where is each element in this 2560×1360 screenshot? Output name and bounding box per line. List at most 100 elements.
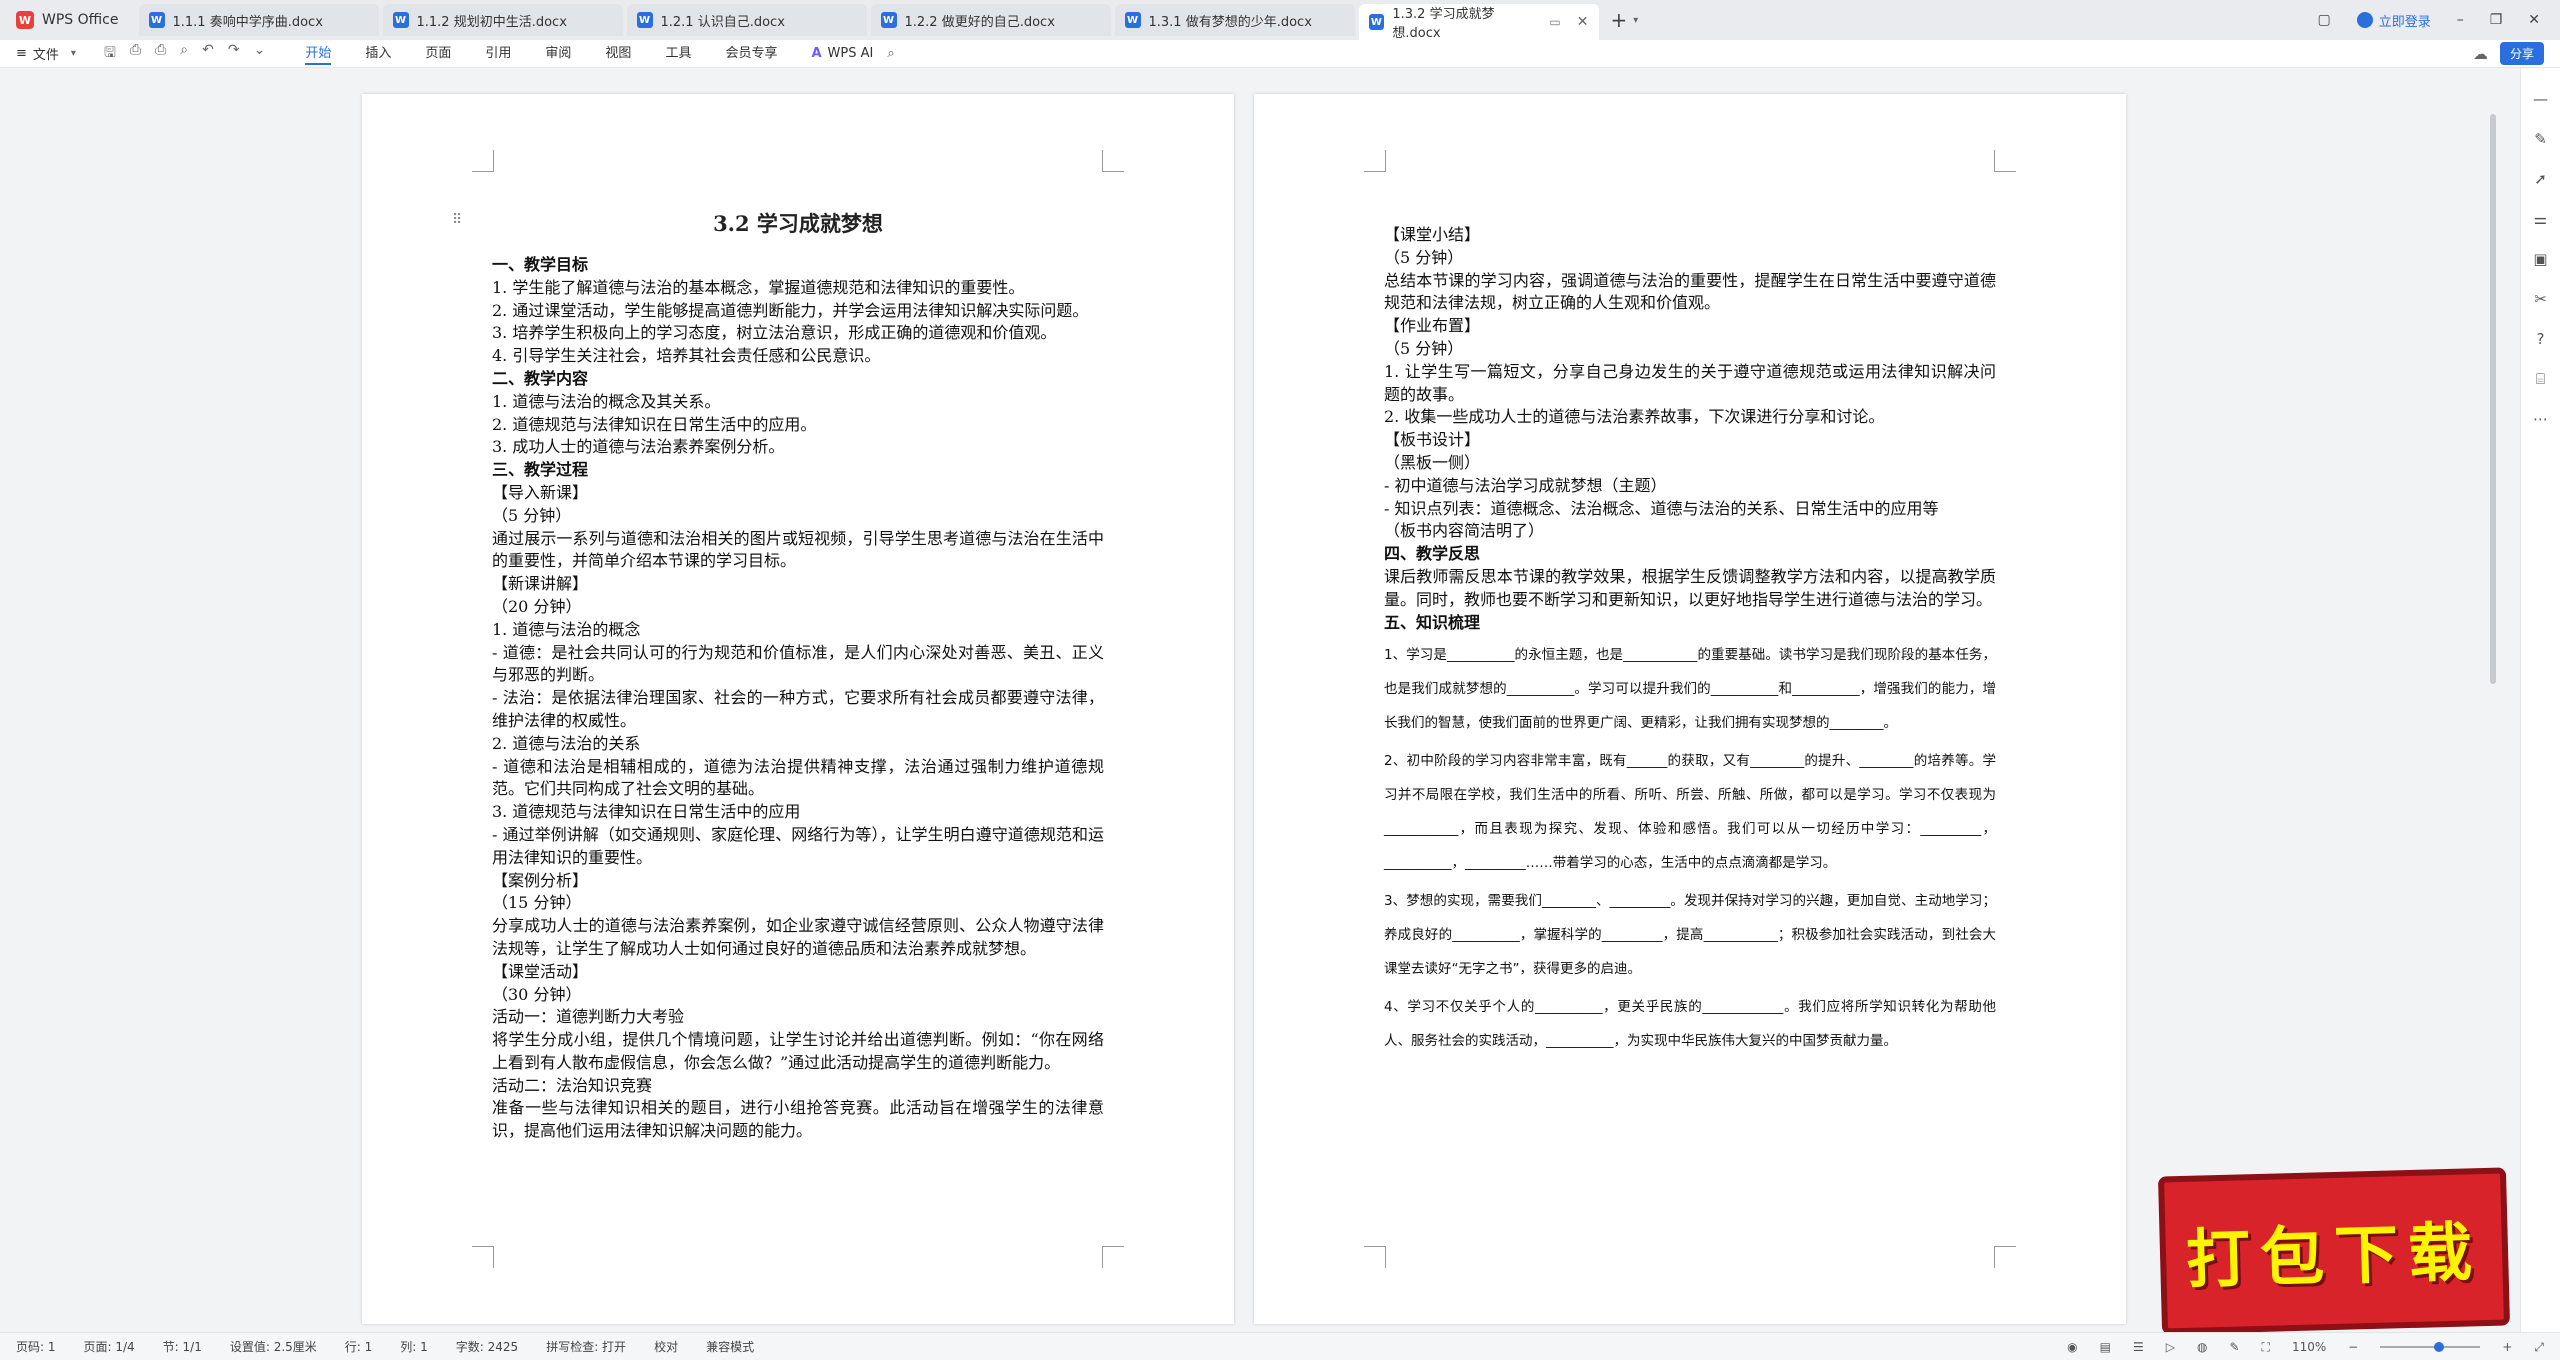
file-menu[interactable]: ≡ 文件 ▾ — [0, 44, 76, 63]
page-view-icon[interactable]: ▤ — [2100, 1340, 2111, 1354]
document-tab[interactable]: W 1.1.1 奏响中学序曲.docx — [138, 4, 379, 36]
document-page-1[interactable]: ⠿ 3.2 学习成就梦想 一、教学目标 1. 学生能了解道德与法治的基本概念，掌握… — [362, 94, 1234, 1324]
status-proof[interactable]: 校对 — [654, 1338, 678, 1355]
scrollbar-thumb[interactable] — [2490, 114, 2496, 684]
word-doc-icon: W — [392, 12, 409, 28]
paragraph: （黑板一侧） — [1384, 452, 1481, 472]
status-spell[interactable]: 拼写检查: 打开 — [546, 1338, 626, 1355]
close-tab-icon[interactable]: ✕ — [1577, 14, 1589, 30]
redo-icon[interactable]: ↷ — [228, 42, 240, 66]
ribbon-tabs: 开始 插入 页面 引用 审阅 视图 工具 会员专享 — [305, 42, 777, 65]
search-icon[interactable]: ⌕ — [887, 46, 894, 61]
paragraph: 【课堂活动】 — [492, 961, 589, 981]
collapse-icon[interactable]: — — [2533, 90, 2548, 108]
document-tab[interactable]: W 1.3.1 做有梦想的少年.docx — [1114, 4, 1355, 36]
tab-review[interactable]: 审阅 — [545, 42, 571, 65]
paragraph: （5 分钟） — [492, 505, 572, 525]
paragraph: 2. 道德规范与法律知识在日常生活中的应用。 — [492, 414, 817, 434]
pen-icon[interactable]: ✎ — [2534, 130, 2547, 148]
vertical-scrollbar[interactable] — [2488, 110, 2498, 1320]
page-1-body[interactable]: 一、教学目标 1. 学生能了解道德与法治的基本概念，掌握道德规范和法律知识的重要性… — [492, 254, 1104, 1143]
tab-insert[interactable]: 插入 — [365, 42, 391, 65]
document-tab[interactable]: W 1.1.2 规划初中生活.docx — [382, 4, 623, 36]
tab-references[interactable]: 引用 — [485, 42, 511, 65]
avatar-icon — [2356, 12, 2373, 28]
tab-list-chevron-icon[interactable]: ▾ — [1633, 15, 1638, 26]
document-tab[interactable]: W 1.2.2 做更好的自己.docx — [870, 4, 1111, 36]
file-menu-label: 文件 — [32, 48, 59, 63]
new-tab-plus-icon[interactable]: + — [1611, 8, 1628, 32]
more-chevron-icon[interactable]: ⌄ — [254, 42, 266, 66]
cursor-icon[interactable]: ➚ — [2534, 170, 2547, 188]
wps-home-tab[interactable]: W WPS Office — [0, 0, 135, 40]
file-chevron-icon: ▾ — [70, 48, 76, 59]
download-banner[interactable]: 打包下载 — [2157, 1167, 2511, 1335]
zoom-slider-knob[interactable] — [2434, 1342, 2445, 1352]
outline-view-icon[interactable]: ☰ — [2133, 1340, 2144, 1354]
restore-icon[interactable]: ❐ — [2490, 12, 2503, 28]
status-words[interactable]: 字数: 2425 — [456, 1338, 518, 1355]
document-page-2[interactable]: 【课堂小结】 （5 分钟） 总结本节课的学习内容，强调道德与法治的重要性，提醒学生在… — [1254, 94, 2126, 1324]
wps-logo-icon: W — [16, 11, 34, 29]
paragraph: 【案例分析】 — [492, 870, 589, 890]
paragraph: 课后教师需反思本节课的教学效果，根据学生反馈调整教学方法和内容，以提高教学质量。… — [1384, 566, 1996, 609]
print-preview-icon[interactable]: ⌕ — [180, 42, 188, 66]
status-row[interactable]: 行: 1 — [345, 1338, 373, 1355]
save-icon[interactable]: 🖫 — [104, 42, 116, 66]
document-canvas[interactable]: ⠿ 3.2 学习成就梦想 一、教学目标 1. 学生能了解道德与法治的基本概念，掌握… — [0, 68, 2480, 1332]
document-tab[interactable]: W 1.2.1 认识自己.docx — [626, 4, 867, 36]
eye-icon[interactable]: ◉ — [2067, 1340, 2077, 1354]
title-tab-bar: W WPS Office W 1.1.1 奏响中学序曲.docx W 1.1.2… — [0, 0, 2560, 41]
layout-icon[interactable]: ▢ — [2317, 12, 2330, 28]
paragraph: 2. 道德与法治的关系 — [492, 733, 641, 753]
image-icon[interactable]: ▣ — [2533, 250, 2547, 268]
print-icon[interactable]: ⎙ — [155, 42, 166, 66]
paragraph: （20 分钟） — [492, 596, 582, 616]
share-button[interactable]: 分享 — [2499, 42, 2544, 65]
status-page[interactable]: 页码: 1 — [16, 1338, 56, 1355]
zoom-in-icon[interactable]: + — [2502, 1340, 2512, 1354]
minimize-icon[interactable]: – — [2457, 12, 2464, 28]
cloud-sync-icon[interactable]: ☁ — [2473, 45, 2488, 63]
fullscreen-icon[interactable]: ⤢ — [2534, 1340, 2544, 1355]
zoom-level[interactable]: 110% — [2292, 1340, 2326, 1354]
paragraph: 3. 道德规范与法律知识在日常生活中的应用 — [492, 802, 801, 822]
close-window-icon[interactable]: ✕ — [2528, 12, 2540, 28]
paragraph: （5 分钟） — [1384, 247, 1464, 267]
tab-tools[interactable]: 工具 — [665, 42, 691, 65]
export-pdf-icon[interactable]: ⎙ — [130, 42, 141, 66]
page-2-body[interactable]: 【课堂小结】 （5 分钟） 总结本节课的学习内容，强调道德与法治的重要性，提醒学生在… — [1384, 224, 1996, 1062]
undo-icon[interactable]: ↶ — [202, 42, 214, 66]
page-corner-mark — [1994, 150, 2016, 172]
page-corner-mark — [472, 150, 494, 172]
status-section[interactable]: 节: 1/1 — [163, 1338, 202, 1355]
zoom-slider[interactable] — [2380, 1342, 2481, 1352]
tab-member[interactable]: 会员专享 — [725, 42, 777, 65]
status-setting[interactable]: 设置值: 2.5厘米 — [230, 1338, 317, 1355]
page-corner-mark — [1364, 150, 1386, 172]
tab-view[interactable]: 视图 — [605, 42, 631, 65]
status-pages[interactable]: 页面: 1/4 — [84, 1338, 135, 1355]
status-col[interactable]: 列: 1 — [400, 1338, 428, 1355]
help-icon[interactable]: ? — [2537, 330, 2545, 348]
zoom-out-icon[interactable]: − — [2348, 1340, 2358, 1354]
quick-access-icons: 🖫 ⎙ ⎙ ⌕ ↶ ↷ ⌄ — [104, 42, 265, 66]
paragraph: 准备一些与法律知识相关的题目，进行小组抢答竞赛。此活动旨在增强学生的法律意识，提… — [492, 1098, 1104, 1141]
knowledge-item: 1、学习是__________的永恒主题，也是___________的重要基础。… — [1384, 647, 1996, 732]
adjust-icon[interactable]: ⚌ — [2534, 210, 2547, 228]
wps-ai-button[interactable]: A WPS AI — [811, 46, 873, 61]
edit-mode-icon[interactable]: ✎ — [2229, 1340, 2239, 1354]
web-view-icon[interactable]: ◍ — [2197, 1340, 2207, 1354]
fit-icon[interactable]: ⛶ — [2262, 1340, 2270, 1355]
status-compat[interactable]: 兼容模式 — [706, 1338, 754, 1355]
translate-icon[interactable]: ⌸ — [2536, 370, 2545, 388]
login-button[interactable]: 立即登录 — [2356, 11, 2431, 30]
tools-icon[interactable]: ✂ — [2534, 290, 2547, 308]
play-icon[interactable]: ▷ — [2166, 1340, 2175, 1354]
monitor-icon[interactable]: ▭ — [1549, 15, 1560, 29]
tab-page[interactable]: 页面 — [425, 42, 451, 65]
more-icon[interactable]: ⋯ — [2533, 410, 2548, 428]
tab-home[interactable]: 开始 — [305, 42, 332, 65]
section-heading: 四、教学反思 — [1384, 544, 1481, 564]
document-tab-active[interactable]: W 1.3.2 学习成就梦想.docx ▭ ✕ — [1358, 4, 1599, 41]
